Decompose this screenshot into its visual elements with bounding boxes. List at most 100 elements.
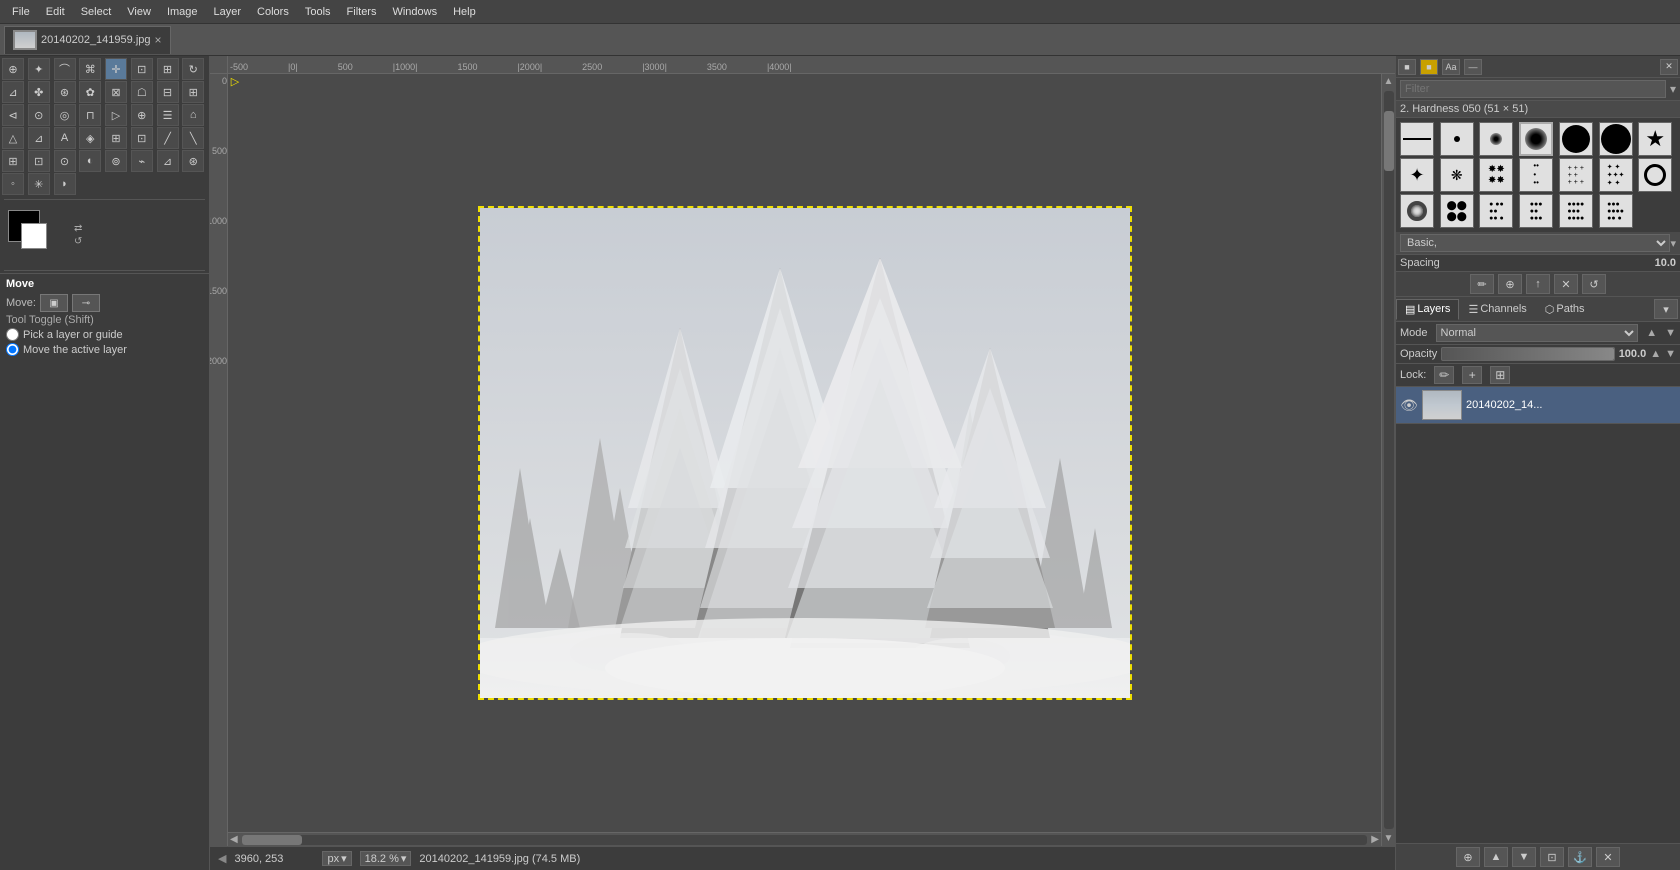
pick-layer-option[interactable]: Pick a layer or guide (6, 328, 203, 341)
tool-r6-1[interactable]: ◦ (2, 173, 24, 195)
layers-raise-btn[interactable]: ▲ (1484, 847, 1508, 867)
tool-r5-2[interactable]: ⊡ (28, 150, 50, 172)
tool-r6-3[interactable]: ◗ (54, 173, 76, 195)
brush-item-scatter2[interactable]: + + ++ ++ + + (1559, 158, 1593, 192)
layers-lower-btn[interactable]: ▼ (1512, 847, 1536, 867)
vscroll-track[interactable] (1384, 91, 1394, 829)
brush-item-cluster1[interactable]: ● ●●●●●● ● (1479, 194, 1513, 228)
tool-r3-8[interactable]: ⌂ (182, 104, 204, 126)
tool-something6[interactable]: ☖ (131, 81, 153, 103)
menu-help[interactable]: Help (445, 4, 484, 20)
tool-r4-4[interactable]: ◈ (79, 127, 101, 149)
tool-something1[interactable]: ⊿ (2, 81, 24, 103)
layers-opacity-slider[interactable] (1441, 347, 1614, 361)
tool-r5-7[interactable]: ⊿ (157, 150, 179, 172)
foreground-color[interactable] (8, 210, 40, 242)
layers-opacity-up[interactable]: ▲ (1650, 348, 1661, 360)
brush-delete-btn[interactable]: ✕ (1554, 274, 1578, 294)
brush-item-ring2[interactable] (1400, 194, 1434, 228)
tool-r4-6[interactable]: ⊡ (131, 127, 153, 149)
brush-item-splat1[interactable]: ✦ (1400, 158, 1434, 192)
tool-r5-5[interactable]: ⊚ (105, 150, 127, 172)
tool-something7[interactable]: ⊟ (157, 81, 179, 103)
brush-item-dots1[interactable]: ⬤⬤⬤⬤ (1440, 194, 1474, 228)
brush-item-hard-lg[interactable] (1559, 122, 1593, 156)
status-px-selector[interactable]: px ▾ (322, 851, 351, 866)
tool-r3-5[interactable]: ▷ (105, 104, 127, 126)
menu-file[interactable]: File (4, 4, 38, 20)
tool-r5-8[interactable]: ⊛ (182, 150, 204, 172)
tool-rotate[interactable]: ↻ (182, 58, 204, 80)
tool-something2[interactable]: ✤ (28, 81, 50, 103)
tool-r3-3[interactable]: ◎ (54, 104, 76, 126)
brush-item-soft-sm[interactable] (1479, 122, 1513, 156)
hscroll-thumb[interactable] (242, 835, 302, 845)
tool-move[interactable]: ✛ (105, 58, 127, 80)
tool-lasso[interactable]: ⌒ (54, 58, 76, 80)
panel-btn-minimize[interactable]: ■ (1398, 59, 1416, 75)
brush-item-scatter3[interactable]: ✦ ✦✦✦✦✦ ✦ (1599, 158, 1633, 192)
tool-r5-4[interactable]: ◐ (79, 150, 101, 172)
tool-fuzzy-select[interactable]: ⌘ (79, 58, 101, 80)
brush-item-cluster4[interactable]: ●●● ●●●●●● ● (1599, 194, 1633, 228)
tool-crop[interactable]: ⊞ (157, 58, 179, 80)
vscroll-thumb[interactable] (1384, 111, 1394, 171)
layers-lock-add-btn[interactable]: + (1462, 366, 1482, 384)
move-btn-1[interactable]: ▣ (40, 294, 68, 312)
layers-options-btn[interactable]: ▾ (1654, 299, 1678, 319)
tool-r3-6[interactable]: ⊕ (131, 104, 153, 126)
brush-item-splat3[interactable]: ✸✸✸✸ (1479, 158, 1513, 192)
tool-r3-7[interactable]: ☰ (157, 104, 179, 126)
brush-filter-input[interactable] (1400, 80, 1666, 98)
vscroll-down-arrow[interactable]: ▼ (1384, 831, 1394, 846)
menu-windows[interactable]: Windows (384, 4, 445, 20)
panel-btn-close[interactable]: ✕ (1660, 59, 1678, 75)
layers-lock-pixels-btn[interactable]: ✏ (1434, 366, 1454, 384)
layers-opacity-down[interactable]: ▼ (1665, 348, 1676, 360)
vscroll-up-arrow[interactable]: ▲ (1384, 74, 1394, 89)
swap-colors-icon[interactable]: ⇄ (74, 223, 82, 234)
status-zoom-selector[interactable]: 18.2 % ▾ (360, 851, 412, 866)
tool-r4-8[interactable]: ╲ (182, 127, 204, 149)
tool-r3-2[interactable]: ⊙ (28, 104, 50, 126)
tool-paint[interactable]: ✦ (28, 58, 50, 80)
panel-btn-aa[interactable]: Aa (1442, 59, 1460, 75)
brush-item-dot-sm[interactable] (1440, 122, 1474, 156)
brush-refresh-btn[interactable]: ↺ (1582, 274, 1606, 294)
layers-duplicate-btn[interactable]: ⊡ (1540, 847, 1564, 867)
panel-btn-dash[interactable]: — (1464, 59, 1482, 75)
background-color[interactable] (21, 223, 47, 249)
layer-visibility-toggle-0[interactable]: 👁 (1400, 396, 1418, 414)
tab-paths[interactable]: ⬡ Paths (1536, 299, 1594, 320)
brush-item-splat2[interactable]: ❋ (1440, 158, 1474, 192)
menu-image[interactable]: Image (159, 4, 206, 20)
move-btn-2[interactable]: ⊸ (72, 294, 100, 312)
layers-mode-up-arrow[interactable]: ▲ (1646, 327, 1657, 339)
tool-r4-2[interactable]: ⊿ (28, 127, 50, 149)
tool-r3-1[interactable]: ⊲ (2, 104, 24, 126)
tool-new[interactable]: ⊕ (2, 58, 24, 80)
hscroll-track[interactable] (242, 835, 1368, 845)
canvas-scroll[interactable]: ▷ (228, 74, 1381, 832)
layers-anchor-btn[interactable]: ⚓ (1568, 847, 1592, 867)
tool-something8[interactable]: ⊞ (182, 81, 204, 103)
menu-tools[interactable]: Tools (297, 4, 339, 20)
tool-r5-1[interactable]: ⊞ (2, 150, 24, 172)
canvas-image[interactable] (480, 208, 1130, 698)
brush-item-star[interactable]: ★ (1638, 122, 1672, 156)
tool-r3-4[interactable]: ⊓ (79, 104, 101, 126)
tool-something3[interactable]: ⊛ (54, 81, 76, 103)
layer-row-0[interactable]: 👁 20140202_14... (1396, 387, 1680, 424)
tab-channels[interactable]: ☰ Channels (1459, 299, 1535, 320)
tool-something5[interactable]: ⊠ (105, 81, 127, 103)
layers-mode-select[interactable]: Normal (1436, 324, 1639, 342)
tool-r6-2[interactable]: ✳ (28, 173, 50, 195)
brush-item-soft-md[interactable] (1519, 122, 1553, 156)
tool-r4-7[interactable]: ╱ (157, 127, 179, 149)
menu-edit[interactable]: Edit (38, 4, 73, 20)
menu-filters[interactable]: Filters (339, 4, 385, 20)
tab-layers[interactable]: ▤ Layers (1396, 299, 1459, 320)
brush-duplicate-btn[interactable]: ⊕ (1498, 274, 1522, 294)
menu-select[interactable]: Select (73, 4, 120, 20)
brush-item-ring1[interactable] (1638, 158, 1672, 192)
